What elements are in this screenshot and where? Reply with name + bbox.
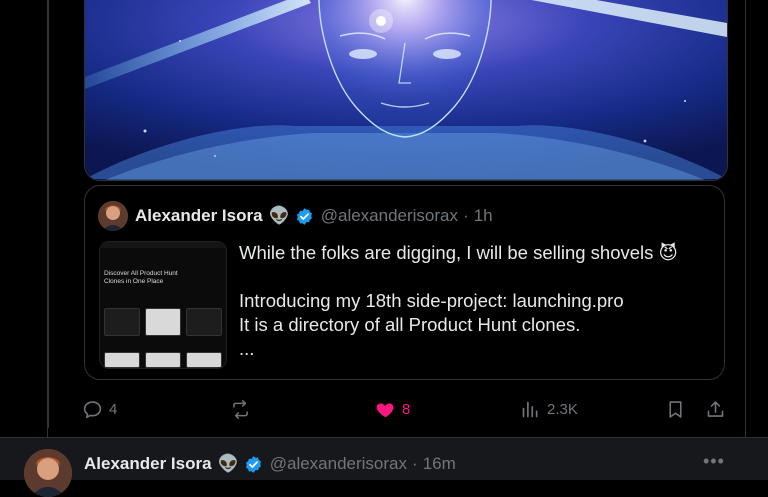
share-button[interactable] [705, 396, 726, 422]
bookmark-button[interactable] [665, 396, 686, 422]
glowing-head-illustration [85, 0, 727, 180]
author-name[interactable]: Alexander Isora [84, 454, 212, 474]
quoted-tweet-text: While the folks are digging, I will be s… [239, 241, 709, 361]
heart-filled-icon [376, 402, 394, 417]
thumbnail-card [186, 352, 222, 368]
header-separator: · [463, 206, 469, 225]
column-border-right [745, 0, 746, 480]
views-count: 2.3K [547, 400, 578, 418]
tweet-text-line: Introducing my 18th side-project: launch… [239, 290, 624, 311]
tweet-action-bar: 4 8 2.3K [82, 396, 732, 422]
thumbnail-card [145, 308, 181, 336]
tweet-text-line: ... [239, 338, 255, 359]
verified-badge-icon[interactable] [295, 207, 314, 226]
more-options-button[interactable]: ••• [703, 451, 725, 472]
like-count: 8 [402, 400, 411, 418]
tweet-timestamp[interactable]: 16m [423, 454, 456, 474]
author-handle[interactable]: @alexanderisorax [270, 454, 407, 474]
views-icon [522, 401, 538, 417]
avatar[interactable] [98, 201, 128, 231]
share-icon [707, 400, 724, 417]
bookmark-icon [669, 400, 682, 418]
alien-emoji: 👽 [268, 206, 290, 225]
thumbnail-title: Discover All Product Hunt Clones in One … [104, 270, 178, 285]
verified-badge-icon[interactable] [244, 455, 263, 474]
reply-button[interactable]: 4 [82, 396, 117, 422]
retweet-button[interactable] [230, 396, 257, 422]
quoted-tweet-card[interactable]: Alexander Isora 👽 @alexanderisorax · 1h … [84, 185, 725, 380]
next-tweet-header: Alexander Isora 👽 @alexanderisorax · 16m [84, 451, 456, 477]
tweet-timestamp[interactable]: 1h [474, 206, 493, 226]
reply-count: 4 [109, 400, 118, 418]
retweet-icon [233, 399, 248, 419]
reply-icon [83, 400, 102, 418]
quoted-tweet-header: Alexander Isora 👽 @alexanderisorax · 1h [98, 201, 493, 231]
alien-emoji: 👽 [217, 454, 239, 473]
tweet-media-image[interactable] [84, 0, 728, 181]
thumbnail-card [104, 352, 140, 368]
link-thumbnail[interactable]: Discover All Product Hunt Clones in One … [99, 241, 227, 369]
thumbnail-topbar [100, 242, 226, 248]
avatar[interactable] [24, 449, 72, 497]
author-name[interactable]: Alexander Isora [135, 206, 263, 226]
tweet-text-line: It is a directory of all Product Hunt cl… [239, 314, 581, 335]
author-handle[interactable]: @alexanderisorax [321, 206, 458, 226]
header-separator: · [412, 454, 418, 473]
like-button[interactable]: 8 [375, 396, 410, 422]
thumbnail-card [145, 352, 181, 368]
thumbnail-card [186, 308, 222, 336]
views-button[interactable]: 2.3K [520, 396, 578, 422]
thread-connector-line [47, 0, 49, 428]
tweet-text-line: While the folks are digging, I will be s… [239, 242, 678, 263]
thumbnail-card [104, 308, 140, 336]
